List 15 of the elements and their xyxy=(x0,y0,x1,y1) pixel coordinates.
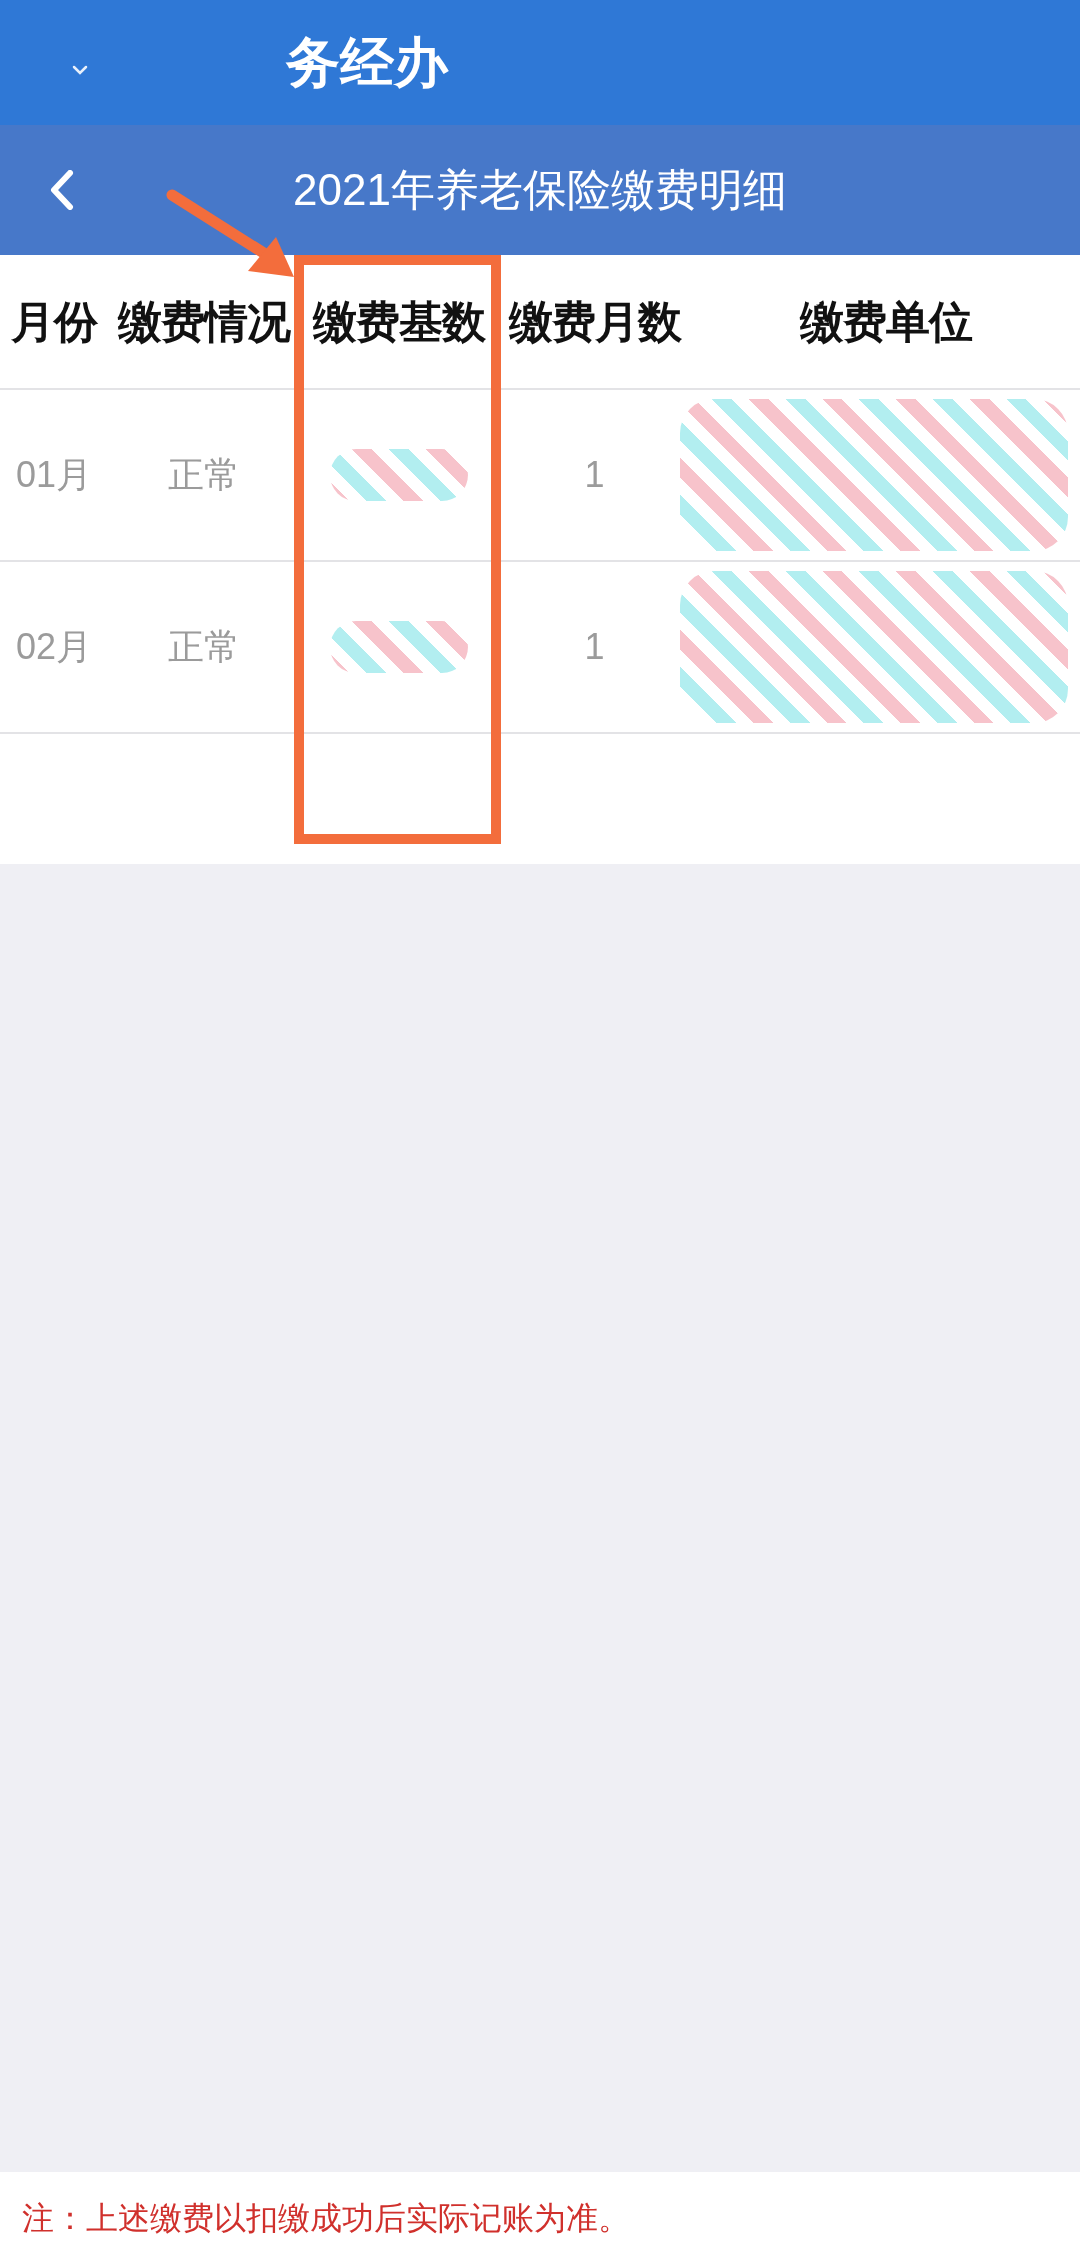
note-text: 注：上述缴费以扣缴成功后实际记账为准。 xyxy=(22,2198,630,2238)
table-cell-text: 正常 xyxy=(168,625,240,669)
app-title: 务经办 xyxy=(286,31,448,95)
page-title: 2021年养老保险缴费明细 xyxy=(293,163,787,216)
column-header: 月份 xyxy=(0,255,108,390)
caret-icon xyxy=(72,64,88,75)
table-cell-text: 1 xyxy=(584,453,605,497)
column-header: 缴费基数 xyxy=(300,255,497,390)
column-header: 缴费月数 xyxy=(497,255,692,390)
back-chevron-icon xyxy=(50,170,74,210)
table-cell-text: 02月 xyxy=(15,625,92,669)
table-cell-text: 01月 xyxy=(15,453,92,497)
table-cell-text: 正常 xyxy=(168,453,240,497)
column-header: 缴费单位 xyxy=(692,255,1080,390)
table-cell-text: 1 xyxy=(584,625,605,669)
